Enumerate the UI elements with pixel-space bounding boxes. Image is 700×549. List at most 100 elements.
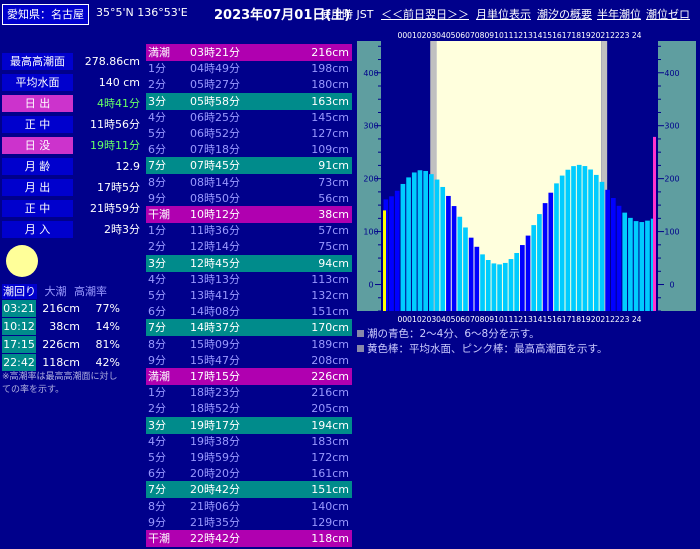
tide-table-cell: 満潮 bbox=[148, 46, 170, 59]
tide-table-row: 干潮 22時42分 118cm bbox=[146, 530, 352, 547]
tide-table-cell: 9分 bbox=[148, 191, 166, 205]
tide-table-row: 干潮 10時12分 38cm bbox=[146, 206, 352, 223]
tide-bar bbox=[542, 203, 548, 311]
tide-rate-header: 高潮率 bbox=[74, 285, 107, 298]
tide-bar bbox=[457, 216, 463, 311]
tide-cycle-height: 38cm bbox=[49, 320, 80, 333]
tide-cycle-row: 17:15 226cm 81% bbox=[2, 336, 142, 353]
tide-table-cell: 73cm bbox=[318, 175, 349, 189]
tide-cycle-time: 10:12 bbox=[2, 318, 36, 335]
moon-icon bbox=[6, 245, 38, 277]
tide-table-cell: 12時14分 bbox=[190, 240, 240, 254]
tide-bar bbox=[622, 212, 628, 311]
header-bar: 愛知県：名古屋 35°5'N 136°53'E 2023年07月01日(土) 使… bbox=[0, 0, 700, 28]
chart-legend: 潮の青色：2〜4分、6〜8分を示す。 黄色棒：平均水面、ピンク棒：最高高潮面を示… bbox=[357, 327, 607, 357]
info-value: 19時11分 bbox=[90, 139, 140, 152]
info-label: 月 齢 bbox=[2, 158, 73, 175]
tide-table-row: 5分 19時59分 172cm bbox=[146, 449, 352, 466]
tide-table-cell: 75cm bbox=[318, 240, 349, 254]
tide-table-cell: 1分 bbox=[148, 224, 166, 238]
tide-rate-note: ※高潮率は最高高潮面に対しての率を示す。 bbox=[2, 372, 118, 395]
tide-bar bbox=[525, 235, 531, 311]
tide-table-cell: 03時21分 bbox=[190, 46, 240, 59]
tide-table-cell: 04時49分 bbox=[190, 62, 240, 76]
tide-bar bbox=[474, 246, 480, 311]
tide-cycle-row: 10:12 38cm 14% bbox=[2, 318, 142, 335]
tide-bar bbox=[599, 181, 605, 311]
legend-line-1: 潮の青色：2〜4分、6〜8分を示す。 bbox=[357, 327, 607, 342]
tide-table-cell: 1分 bbox=[148, 62, 166, 76]
tide-bar bbox=[502, 262, 508, 311]
tide-table-cell: 163cm bbox=[311, 94, 349, 108]
tide-table-cell: 216cm bbox=[311, 386, 349, 400]
tide-table-row: 7分 14時37分 170cm bbox=[146, 319, 352, 337]
tide-cycle-pct: 14% bbox=[95, 320, 120, 333]
tide-table-cell: 15時47分 bbox=[190, 353, 240, 367]
tide-table-cell: 5分 bbox=[148, 127, 166, 140]
tide-table-cell: 91cm bbox=[318, 159, 349, 173]
tide-cycle-height: 216cm bbox=[42, 302, 80, 315]
tide-bar bbox=[565, 169, 571, 311]
tide-table-cell: 20時42分 bbox=[190, 483, 240, 497]
tide-bar bbox=[434, 179, 440, 311]
tide-table-cell: 4分 bbox=[148, 110, 166, 124]
tide-type: 大潮 bbox=[44, 285, 67, 298]
tide-bar bbox=[423, 170, 428, 311]
info-label: 正 中 bbox=[2, 116, 73, 133]
tide-bar bbox=[611, 197, 616, 311]
info-label: 正 中 bbox=[2, 200, 73, 217]
tide-table-cell: 14時37分 bbox=[190, 321, 240, 335]
tide-table-row: 6分 14時08分 151cm bbox=[146, 303, 352, 320]
tide-table-cell: 205cm bbox=[311, 402, 349, 416]
tide-bar bbox=[537, 214, 542, 311]
tide-table-cell: 07時45分 bbox=[190, 159, 240, 173]
tide-table-cell: 3分 bbox=[148, 94, 166, 108]
y-tick-label: 100 bbox=[664, 228, 679, 237]
tide-table-cell: 10時12分 bbox=[190, 208, 240, 221]
tide-table-cell: 189cm bbox=[311, 337, 349, 351]
tide-cycle-time: 17:15 bbox=[2, 336, 36, 353]
tide-overview-link[interactable]: 潮汐の概要 bbox=[537, 6, 592, 22]
tide-table-cell: 7分 bbox=[148, 159, 166, 173]
tide-table-cell: 183cm bbox=[311, 434, 349, 448]
tide-table-cell: 94cm bbox=[318, 256, 349, 270]
tide-table-cell: 21時06分 bbox=[190, 499, 240, 513]
tide-bar bbox=[491, 263, 497, 311]
info-value: 2時3分 bbox=[104, 223, 140, 236]
tide-table-cell: 19時17分 bbox=[190, 418, 240, 432]
tide-bar bbox=[548, 192, 554, 311]
tide-bar bbox=[417, 170, 423, 311]
tide-table-cell: 208cm bbox=[311, 353, 349, 367]
half-year-link[interactable]: 半年潮位 bbox=[597, 6, 641, 22]
monthly-view-link[interactable]: 月単位表示 bbox=[476, 6, 531, 22]
tide-table-cell: 19時38分 bbox=[190, 434, 240, 448]
y-tick-label: 0 bbox=[669, 281, 674, 290]
tide-bar bbox=[554, 183, 559, 311]
tide-table-cell: 15時09分 bbox=[190, 337, 240, 351]
tide-bar bbox=[440, 186, 446, 311]
tide-table-cell: 226cm bbox=[311, 370, 349, 383]
tide-table-cell: 151cm bbox=[311, 305, 349, 319]
tide-table-row: 4分 06時25分 145cm bbox=[146, 109, 352, 126]
tide-cycle-height: 118cm bbox=[42, 356, 80, 369]
info-label: 日 出 bbox=[2, 95, 73, 112]
tide-table-row: 2分 05時27分 180cm bbox=[146, 76, 352, 93]
location-label[interactable]: 愛知県：名古屋 bbox=[2, 4, 89, 25]
legend-square-icon bbox=[357, 345, 364, 352]
tide-table-cell: 145cm bbox=[311, 110, 349, 124]
tide-table-row: 5分 13時41分 132cm bbox=[146, 287, 352, 304]
tide-table-row: 2分 18時52分 205cm bbox=[146, 400, 352, 417]
tide-zero-link[interactable]: 潮位ゼロ bbox=[646, 6, 690, 22]
tide-table-cell: 08時14分 bbox=[190, 175, 240, 189]
tide-table-row: 9分 08時50分 56cm bbox=[146, 190, 352, 207]
next-day-link[interactable]: 翌日＞＞ bbox=[425, 6, 469, 22]
tide-table-cell: 198cm bbox=[311, 62, 349, 76]
tide-bar bbox=[576, 164, 582, 311]
tide-cycle-pct: 42% bbox=[95, 356, 120, 369]
prev-day-link[interactable]: ＜＜前日 bbox=[381, 6, 425, 22]
tide-table-cell: 06時52分 bbox=[190, 127, 240, 140]
tide-cycle-time: 03:21 bbox=[2, 300, 36, 317]
tide-table-cell: 21時35分 bbox=[190, 515, 240, 529]
tide-bar bbox=[463, 227, 468, 311]
tide-table-cell: 18時23分 bbox=[190, 386, 240, 400]
